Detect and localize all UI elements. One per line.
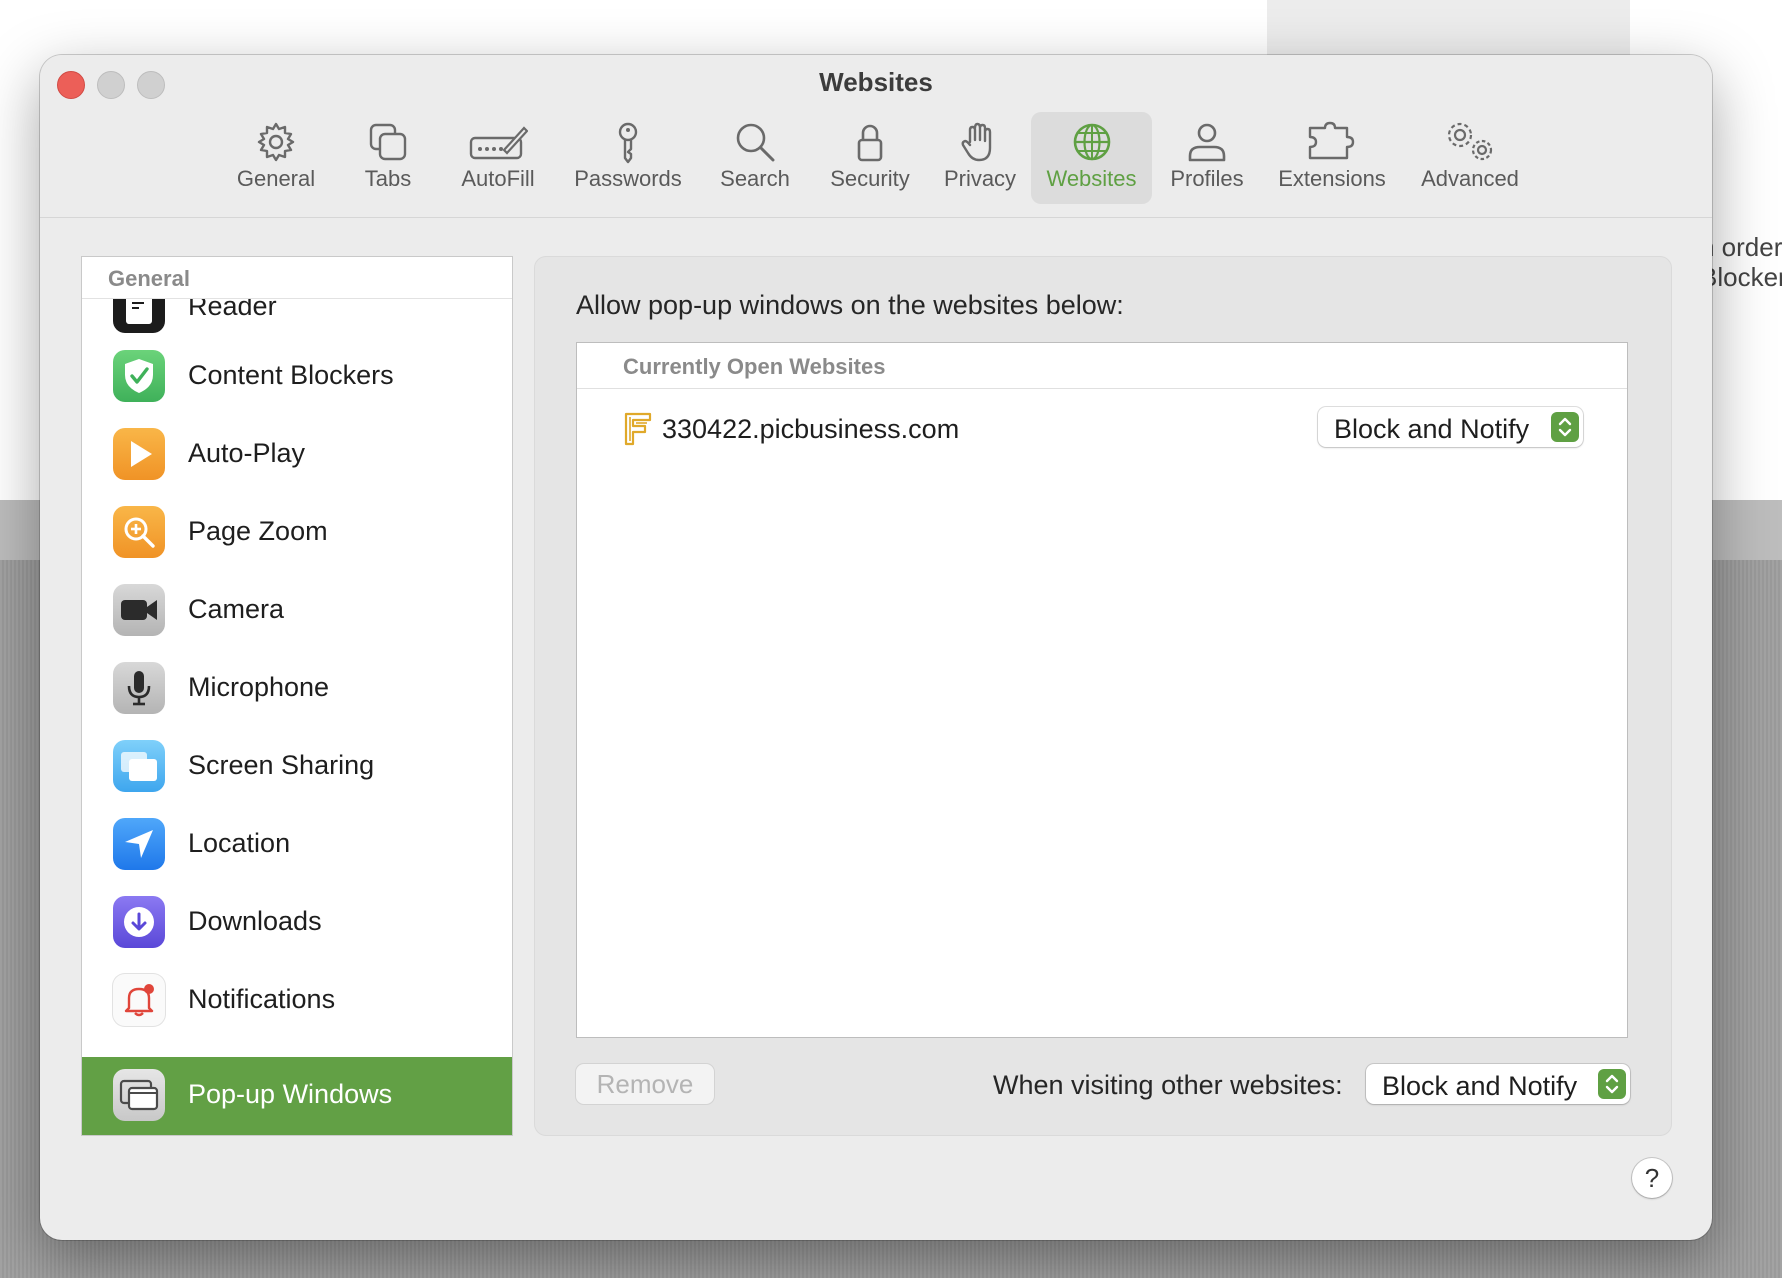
- lock-icon: [857, 124, 883, 162]
- tab-general-label: General: [236, 166, 316, 191]
- tab-privacy[interactable]: Privacy: [931, 112, 1029, 204]
- tabs-icon: [369, 123, 407, 161]
- websites-table: Currently Open Websites 330422.picbusine…: [576, 342, 1628, 1038]
- popup-settings-panel: Allow pop-up windows on the websites bel…: [534, 256, 1672, 1136]
- settings-window: Websites General Tabs AutoFill Passwords…: [40, 55, 1712, 1240]
- sidebar-item-screen-sharing[interactable]: Screen Sharing: [82, 728, 512, 806]
- autofill-pen-icon: [469, 126, 528, 160]
- tab-search[interactable]: Search: [708, 112, 802, 204]
- title-bar: Websites General Tabs AutoFill Passwords…: [40, 55, 1712, 218]
- tab-extensions-label: Extensions: [1278, 166, 1386, 191]
- zoom-icon: [113, 506, 165, 558]
- camera-icon: [113, 584, 165, 636]
- remove-button[interactable]: Remove: [576, 1064, 714, 1104]
- tab-advanced-label: Advanced: [1421, 166, 1519, 191]
- tab-general[interactable]: General: [223, 112, 329, 204]
- sidebar-item-location[interactable]: Location: [82, 806, 512, 884]
- hand-icon: [961, 122, 992, 162]
- sidebar-item-label: Screen Sharing: [188, 750, 375, 780]
- chevron-updown-icon: [1598, 1069, 1626, 1099]
- download-icon: [113, 896, 165, 948]
- gears-icon: [1447, 122, 1493, 161]
- sidebar-item-downloads[interactable]: Downloads: [82, 884, 512, 962]
- help-button[interactable]: ?: [1632, 1158, 1672, 1198]
- tab-passwords[interactable]: Passwords: [564, 112, 692, 204]
- sidebar-item-label: Microphone: [188, 672, 330, 702]
- websites-table-header: Currently Open Websites: [577, 343, 1627, 389]
- tab-profiles-label: Profiles: [1170, 166, 1244, 191]
- other-websites-setting-value: Block and Notify: [1382, 1071, 1578, 1101]
- magnifier-icon: [736, 123, 775, 162]
- microphone-icon: [113, 662, 165, 714]
- tab-profiles[interactable]: Profiles: [1157, 112, 1257, 204]
- sidebar-item-popup-windows[interactable]: Pop-up Windows: [82, 1057, 512, 1135]
- sidebar-item-page-zoom[interactable]: Page Zoom: [82, 494, 512, 572]
- site-popup-setting-select[interactable]: Block and Notify: [1318, 407, 1583, 447]
- sidebar-item-label: Content Blockers: [188, 360, 394, 390]
- sidebar-item-label: Pop-up Windows: [188, 1079, 393, 1109]
- background-text-line1: n order: [1700, 232, 1782, 262]
- other-websites-label: When visiting other websites:: [993, 1070, 1343, 1100]
- tab-websites-label: Websites: [1046, 166, 1137, 191]
- sidebar-item-label: Page Zoom: [188, 516, 328, 546]
- sidebar-item-notifications[interactable]: Notifications: [82, 962, 512, 1040]
- sidebar-section-header: General: [82, 257, 512, 299]
- websites-table-header-label: Currently Open Websites: [623, 354, 886, 379]
- location-arrow-icon: [113, 818, 165, 870]
- shield-check-icon: [113, 350, 165, 402]
- puzzle-icon: [1308, 121, 1355, 160]
- sidebar-item-label: Camera: [188, 594, 285, 624]
- tab-security[interactable]: Security: [814, 112, 926, 204]
- screen-sharing-icon: [113, 740, 165, 792]
- sidebar-item-label: Notifications: [188, 984, 336, 1014]
- sidebar-item-microphone[interactable]: Microphone: [82, 650, 512, 728]
- sidebar-item-label: Location: [188, 828, 291, 858]
- sidebar-section-title: General: [108, 266, 190, 291]
- tab-extensions[interactable]: Extensions: [1267, 112, 1397, 204]
- tab-passwords-label: Passwords: [574, 166, 682, 191]
- site-popup-setting-value: Block and Notify: [1334, 414, 1530, 444]
- site-favicon-icon: [624, 412, 652, 446]
- key-icon: [618, 122, 638, 164]
- site-name: 330422.picbusiness.com: [662, 414, 960, 444]
- bell-icon: [113, 974, 165, 1026]
- tab-websites[interactable]: Websites: [1031, 112, 1152, 204]
- background-window-edge: [1267, 0, 1630, 56]
- gear-icon: [257, 122, 295, 162]
- person-icon: [1188, 123, 1226, 162]
- other-websites-setting-select[interactable]: Block and Notify: [1366, 1064, 1630, 1104]
- sidebar-list: General Reader Content Blockers Auto-Pla…: [81, 256, 513, 1136]
- play-icon: [113, 428, 165, 480]
- tab-search-label: Search: [720, 166, 790, 191]
- sidebar-item-label: Downloads: [188, 906, 322, 936]
- tab-advanced[interactable]: Advanced: [1410, 112, 1530, 204]
- sidebar-item-auto-play[interactable]: Auto-Play: [82, 416, 512, 494]
- sidebar-item-content-blockers[interactable]: Content Blockers: [82, 338, 512, 416]
- popup-window-icon: [113, 1069, 165, 1121]
- tab-autofill-label: AutoFill: [461, 166, 535, 191]
- settings-toolbar: General Tabs AutoFill Passwords Search S…: [40, 112, 1712, 208]
- tab-privacy-label: Privacy: [943, 166, 1017, 191]
- allow-popups-label: Allow pop-up windows on the websites bel…: [576, 290, 1124, 320]
- tab-tabs[interactable]: Tabs: [348, 112, 428, 204]
- sidebar-item-label: Auto-Play: [188, 438, 306, 468]
- chevron-updown-icon: [1551, 412, 1579, 442]
- tab-autofill[interactable]: AutoFill: [448, 112, 548, 204]
- globe-icon: [1073, 123, 1110, 161]
- window-title: Websites: [819, 67, 933, 97]
- sidebar-item-camera[interactable]: Camera: [82, 572, 512, 650]
- table-row[interactable]: 330422.picbusiness.com Block and Notify: [577, 405, 1627, 455]
- tab-security-label: Security: [830, 166, 910, 191]
- background-text-line2: Blocker: [1700, 262, 1782, 292]
- tab-tabs-label: Tabs: [364, 166, 412, 191]
